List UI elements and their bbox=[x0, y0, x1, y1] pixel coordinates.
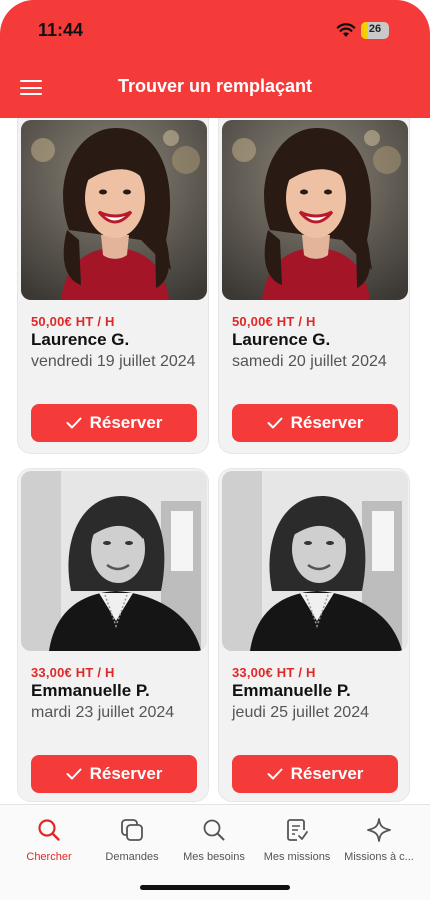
tab-mes-missions[interactable]: Mes missions bbox=[254, 817, 340, 863]
reserve-button[interactable]: Réserver bbox=[232, 755, 398, 793]
document-check-icon bbox=[287, 819, 308, 841]
person-name: Emmanuelle P. bbox=[232, 681, 351, 700]
reserve-label: Réserver bbox=[89, 764, 163, 783]
tab-missions-a-confirmer[interactable]: Missions à c... bbox=[336, 817, 422, 863]
stacked-cards-icon bbox=[121, 819, 143, 841]
wifi-icon bbox=[336, 23, 356, 37]
availability-date: vendredi 19 juillet 2024 bbox=[31, 353, 196, 370]
profile-photo bbox=[222, 471, 408, 651]
page-title: Trouver un remplaçant bbox=[117, 76, 313, 96]
sparkle-icon bbox=[367, 818, 391, 842]
check-icon bbox=[66, 417, 82, 429]
tab-chercher[interactable]: Chercher bbox=[6, 817, 92, 863]
check-icon bbox=[267, 768, 283, 780]
check-icon bbox=[66, 768, 82, 780]
reserve-label: Réserver bbox=[290, 413, 364, 432]
black-and-white-woman-photo bbox=[222, 471, 408, 651]
check-icon bbox=[267, 417, 283, 429]
tab-label: Demandes bbox=[105, 851, 159, 863]
person-name: Laurence G. bbox=[31, 330, 130, 349]
reserve-button[interactable]: Réserver bbox=[232, 404, 398, 442]
hourly-rate: 33,00€ HT / H bbox=[232, 665, 316, 680]
availability-date: mardi 23 juillet 2024 bbox=[31, 704, 175, 721]
person-name: Emmanuelle P. bbox=[31, 681, 150, 700]
battery-icon: 26 bbox=[361, 22, 389, 39]
availability-date: samedi 20 juillet 2024 bbox=[232, 353, 387, 370]
reserve-button[interactable]: Réserver bbox=[31, 755, 197, 793]
battery-level: 26 bbox=[368, 23, 382, 35]
profile-photo bbox=[21, 120, 207, 300]
smiling-woman-red-top-photo bbox=[222, 120, 408, 300]
hourly-rate: 50,00€ HT / H bbox=[31, 314, 115, 329]
reserve-label: Réserver bbox=[290, 764, 364, 783]
black-and-white-woman-photo bbox=[21, 471, 207, 651]
hourly-rate: 33,00€ HT / H bbox=[31, 665, 115, 680]
tab-demandes[interactable]: Demandes bbox=[89, 817, 175, 863]
replacement-card[interactable]: 50,00€ HT / H Laurence G. vendredi 19 ju… bbox=[17, 118, 209, 454]
replacement-card[interactable]: 50,00€ HT / H Laurence G. samedi 20 juil… bbox=[218, 118, 410, 454]
tab-label: Chercher bbox=[26, 851, 72, 863]
tab-label: Mes besoins bbox=[183, 851, 245, 863]
home-indicator bbox=[140, 885, 290, 890]
hourly-rate: 50,00€ HT / H bbox=[232, 314, 316, 329]
person-name: Laurence G. bbox=[232, 330, 331, 349]
status-time: 11:44 bbox=[38, 20, 84, 40]
reserve-label: Réserver bbox=[89, 413, 163, 432]
search-icon bbox=[38, 819, 60, 841]
smiling-woman-red-top-photo bbox=[21, 120, 207, 300]
replacement-card[interactable]: 33,00€ HT / H Emmanuelle P. mardi 23 jui… bbox=[17, 468, 209, 802]
replacement-grid: 50,00€ HT / H Laurence G. vendredi 19 ju… bbox=[17, 118, 413, 804]
profile-photo bbox=[222, 120, 408, 300]
tab-mes-besoins[interactable]: Mes besoins bbox=[171, 817, 257, 863]
replacement-card[interactable]: 33,00€ HT / H Emmanuelle P. jeudi 25 jui… bbox=[218, 468, 410, 802]
bottom-tab-bar: Chercher Demandes Mes besoins Mes missio… bbox=[0, 804, 430, 900]
app-header: 11:44 26 Trouver un remplaçant bbox=[0, 0, 430, 118]
tab-label: Mes missions bbox=[263, 851, 331, 863]
profile-photo bbox=[21, 471, 207, 651]
tab-label: Missions à c... bbox=[344, 851, 414, 863]
reserve-button[interactable]: Réserver bbox=[31, 404, 197, 442]
search-icon bbox=[203, 819, 225, 841]
availability-date: jeudi 25 juillet 2024 bbox=[232, 704, 369, 721]
